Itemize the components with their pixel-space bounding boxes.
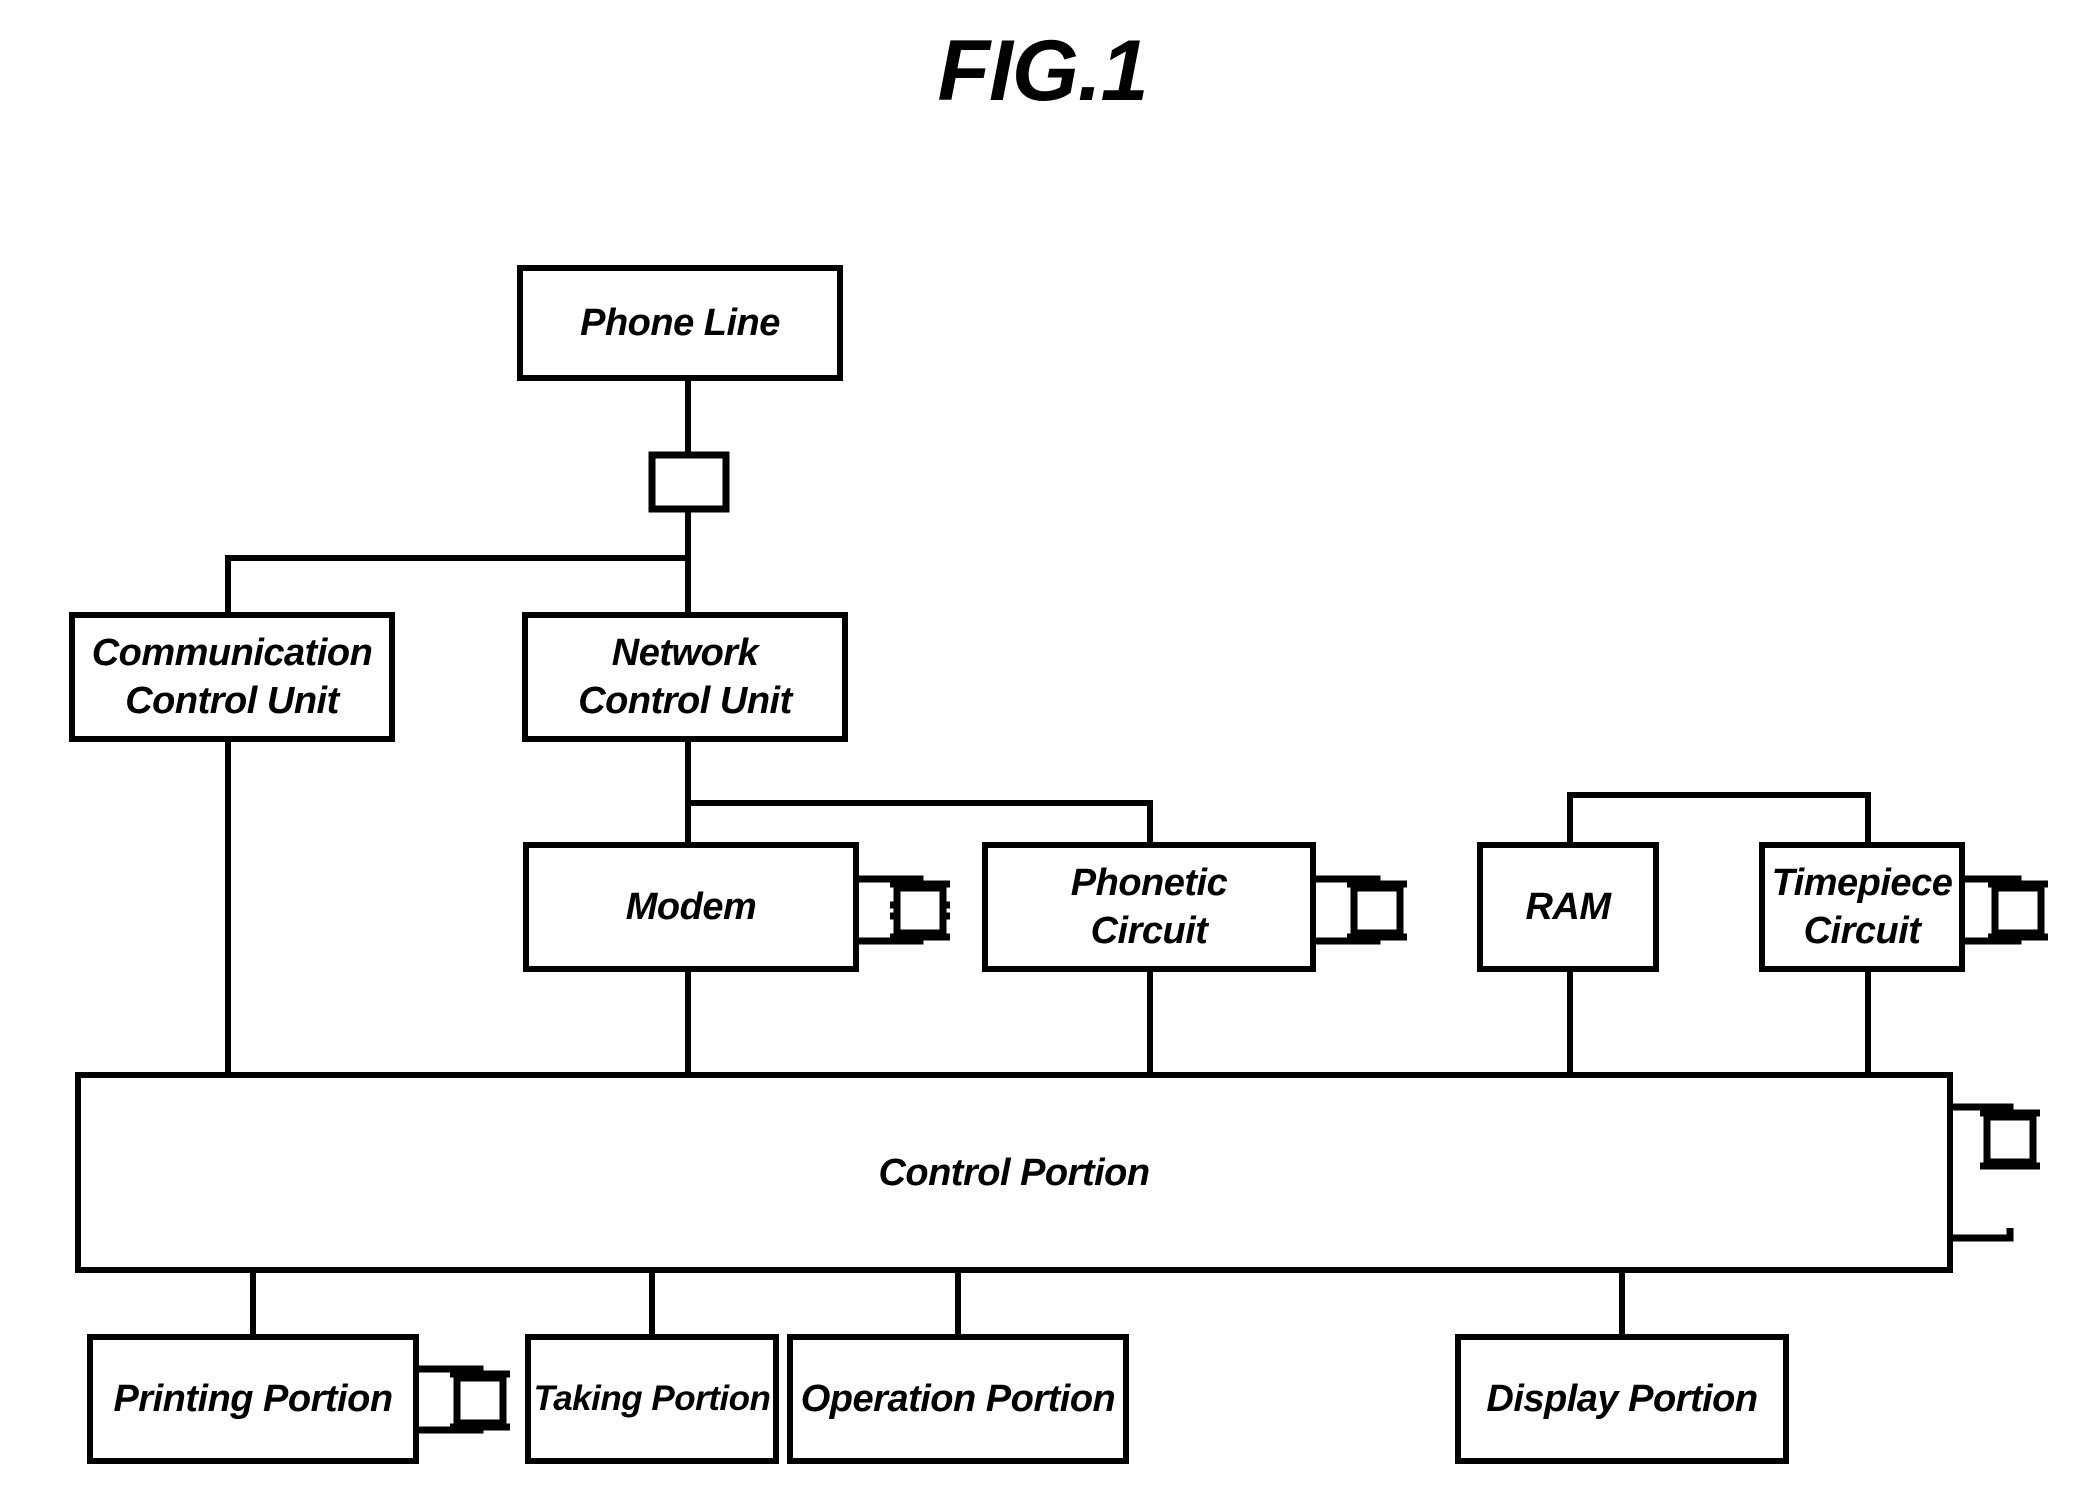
block-phonetic-circuit[interactable] [982, 842, 1316, 972]
block-communication-control-unit[interactable] [69, 612, 395, 742]
block-ram[interactable] [1477, 842, 1659, 972]
crystal-oscillator-modem [856, 875, 950, 945]
block-network-control-unit[interactable] [522, 612, 848, 742]
block-display-portion[interactable] [1455, 1334, 1789, 1464]
diagram-svg [69, 265, 2048, 1464]
wire-ncu-phonetic [688, 800, 1153, 845]
wire-ram-timepiece-bracket [1567, 792, 1871, 845]
block-printing-portion[interactable] [87, 1334, 419, 1464]
figure-canvas: FIG.1 Phone Line Communication Control U… [0, 0, 2085, 1505]
crystal-oscillator-printing [416, 1365, 510, 1434]
block-control-portion[interactable] [75, 1072, 1953, 1273]
block-taking-portion[interactable] [525, 1334, 779, 1464]
crystal-oscillator-control [1950, 1103, 2040, 1242]
block-modem[interactable] [523, 842, 859, 972]
block-line-connector[interactable] [648, 451, 730, 513]
block-phone-line[interactable] [517, 265, 843, 381]
crystal-oscillator-phonetic [1313, 875, 1407, 945]
block-group [69, 265, 1965, 1464]
block-operation-portion[interactable] [787, 1334, 1129, 1464]
crystal-oscillator-timepiece [1962, 875, 2048, 945]
wire-trunk-ccu [225, 555, 688, 615]
block-timepiece-circuit[interactable] [1759, 842, 1965, 972]
